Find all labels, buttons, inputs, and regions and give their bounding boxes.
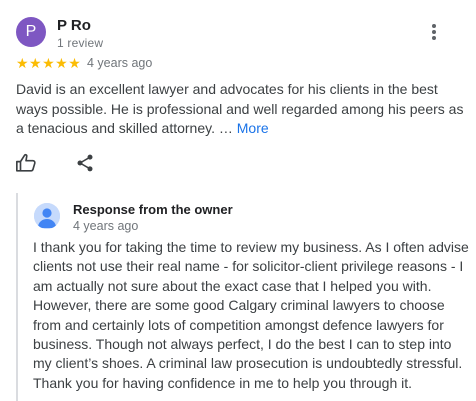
owner-response-title: Response from the owner	[73, 202, 233, 217]
reviewer-initial: P	[25, 23, 37, 40]
owner-response-text: I thank you for taking the time to revie…	[33, 239, 469, 391]
more-link[interactable]: More	[237, 120, 269, 136]
response-divider	[16, 193, 18, 401]
reviewer-review-count: 1 review	[57, 36, 104, 50]
reviewer-avatar[interactable]: P	[16, 17, 46, 47]
review-age: 4 years ago	[87, 56, 153, 70]
reviewer-name[interactable]: P Ro	[57, 17, 91, 34]
review-text: David is an excellent lawyer and advocat…	[16, 80, 468, 139]
owner-avatar-icon	[34, 203, 60, 229]
share-icon[interactable]	[75, 153, 95, 173]
star-rating: ★★★★★	[16, 55, 82, 71]
more-vert-icon[interactable]	[428, 24, 440, 44]
owner-response-age: 4 years ago	[73, 219, 139, 233]
thumbs-up-icon[interactable]	[15, 152, 37, 174]
review-card: P P Ro 1 review ★★★★★ 4 years ago David …	[0, 0, 476, 401]
